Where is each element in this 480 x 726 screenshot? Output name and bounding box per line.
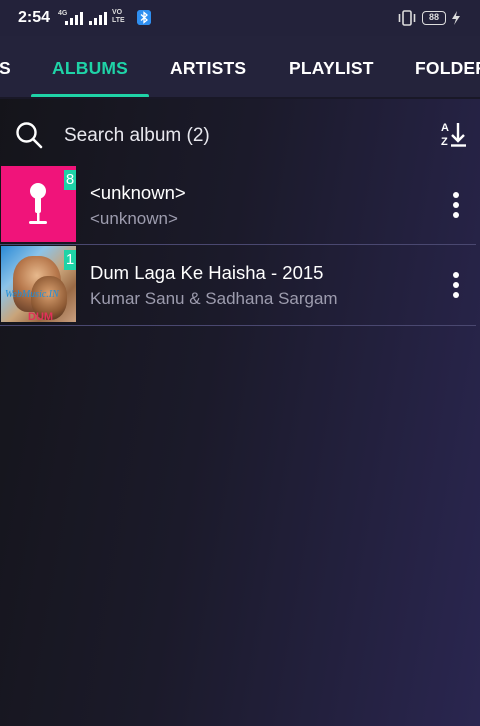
- list-divider: [0, 325, 476, 326]
- status-time: 2:54: [18, 9, 51, 26]
- more-options-icon[interactable]: [446, 191, 466, 219]
- sort-az-icon[interactable]: A Z: [440, 120, 468, 148]
- signal-icon: [89, 12, 107, 25]
- bluetooth-badge-icon: [137, 10, 151, 25]
- more-options-icon[interactable]: [446, 271, 466, 299]
- tab-playlist[interactable]: PLAYLIST: [289, 58, 374, 79]
- album-artist: <unknown>: [90, 209, 178, 228]
- search-input[interactable]: Search album (2): [64, 125, 210, 147]
- song-count-badge: 1: [64, 250, 76, 270]
- list-item[interactable]: WebMusic.IN DUM 1 Dum Laga Ke Haisha - 2…: [0, 245, 476, 325]
- volte-icon: VO LTE: [112, 9, 125, 24]
- charging-icon: [452, 11, 460, 25]
- album-thumbnail: WebMusic.IN DUM 1: [1, 246, 76, 322]
- tab-artists[interactable]: ARTISTS: [170, 58, 246, 79]
- battery-icon: 88: [422, 11, 446, 25]
- vibrate-icon: [398, 10, 416, 26]
- svg-text:A: A: [441, 122, 449, 134]
- album-title: <unknown>: [90, 182, 186, 203]
- tab-songs[interactable]: S: [0, 58, 11, 79]
- list-item[interactable]: 8 <unknown> <unknown>: [0, 165, 476, 245]
- tab-albums[interactable]: ALBUMS: [52, 58, 128, 79]
- status-bar: 2:54 4G VO LTE 88: [0, 0, 480, 36]
- signal-icon: [65, 12, 83, 25]
- search-row[interactable]: Search album (2) A Z: [0, 108, 480, 162]
- tab-divider: [0, 97, 480, 99]
- album-thumbnail: 8: [1, 166, 76, 242]
- tab-bar: S ALBUMS ARTISTS PLAYLIST FOLDER: [0, 36, 480, 98]
- song-count-badge: 8: [64, 170, 76, 190]
- album-artist: Kumar Sanu & Sadhana Sargam: [90, 289, 338, 308]
- search-icon[interactable]: [14, 120, 44, 150]
- tab-folder[interactable]: FOLDER: [415, 58, 480, 79]
- album-title: Dum Laga Ke Haisha - 2015: [90, 262, 324, 283]
- svg-text:Z: Z: [441, 136, 448, 148]
